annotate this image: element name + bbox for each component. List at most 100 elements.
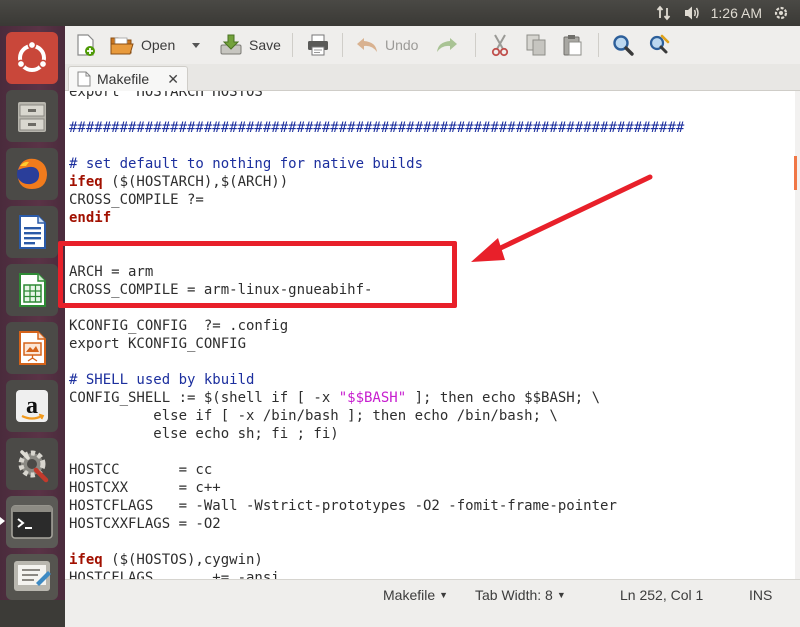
language-label: Makefile [383, 587, 436, 603]
keyword-token: endif [69, 210, 112, 226]
ubuntu-dash-icon[interactable] [6, 32, 58, 84]
keyword-token: ifeq [69, 552, 103, 568]
clock-label[interactable]: 1:26 AM [711, 4, 762, 22]
code-line[interactable]: HOSTCXXFLAGS = -O2 [69, 515, 221, 533]
undo-button[interactable]: Undo [355, 29, 418, 61]
code-line[interactable]: ifeq ($(HOSTOS),cygwin) [69, 551, 263, 569]
code-token: ($(HOSTARCH),$(ARCH)) [102, 174, 289, 190]
libreoffice-calc-icon[interactable] [6, 264, 58, 316]
libreoffice-impress-icon[interactable] [6, 322, 58, 374]
copy-pages-icon [526, 34, 546, 56]
code-line[interactable]: HOSTCFLAGS += -ansi [69, 569, 280, 579]
code-line[interactable]: export KCONFIG_CONFIG [69, 335, 246, 353]
printer-icon [308, 34, 328, 56]
code-token: HOSTCXXFLAGS = -O2 [69, 516, 221, 532]
save-download-icon [220, 34, 242, 55]
code-token: export HOSTARCH HOSTOS [69, 91, 263, 100]
code-line[interactable]: CROSS_COMPILE ?= [69, 191, 204, 209]
redo-arrow-icon [437, 38, 457, 52]
tab-width-label: Tab Width: 8 [475, 587, 553, 603]
tab-makefile[interactable]: Makefile ✕ [68, 66, 188, 91]
comment-token: ########################################… [69, 120, 685, 136]
libreoffice-writer-icon[interactable] [6, 206, 58, 258]
open-button[interactable]: Open [109, 29, 175, 61]
comment-token: # SHELL used by kbuild [69, 372, 255, 388]
terminal-running-indicator [0, 517, 5, 525]
new-document-icon [77, 34, 95, 56]
system-tray: 1:26 AM [655, 0, 790, 26]
terminal-icon[interactable] [6, 496, 58, 548]
network-transfer-icon[interactable] [655, 4, 673, 22]
code-line[interactable]: ########################################… [69, 119, 684, 137]
undo-label: Undo [385, 37, 419, 53]
dropdown-arrow-icon [192, 43, 200, 48]
files-cabinet-icon[interactable] [6, 90, 58, 142]
open-folder-icon [110, 37, 134, 55]
find-replace-button[interactable] [647, 29, 671, 61]
statusbar: Makefile ▼ Tab Width: 8 ▼ Ln 252, Col 1 … [65, 579, 800, 627]
code-line[interactable]: KCONFIG_CONFIG ?= .config [69, 317, 288, 335]
cut-button[interactable] [489, 29, 511, 61]
code-token: HOSTCC = cc [69, 462, 213, 478]
launcher: a [0, 26, 65, 600]
insert-mode[interactable]: INS [749, 587, 772, 603]
insert-mode-label: INS [749, 587, 773, 603]
dropdown-caret-icon: ▼ [439, 590, 449, 600]
find-button[interactable] [611, 29, 635, 61]
toolbar: Open Save Undo [65, 26, 800, 65]
document-icon [77, 71, 91, 87]
open-recent-dropdown[interactable] [191, 29, 201, 61]
top-panel: 1:26 AM [0, 0, 800, 26]
volume-icon[interactable] [683, 4, 701, 22]
text-editor-icon[interactable] [6, 554, 58, 600]
code-token: KCONFIG_CONFIG ?= .config [69, 318, 289, 334]
language-selector[interactable]: Makefile ▼ [383, 587, 448, 603]
tab-label: Makefile [97, 71, 150, 87]
tab-close-icon[interactable]: ✕ [167, 71, 179, 88]
print-button[interactable] [306, 29, 330, 61]
code-line[interactable]: HOSTCXX = c++ [69, 479, 221, 497]
code-line[interactable]: # set default to nothing for native buil… [69, 155, 423, 173]
code-token: export KCONFIG_CONFIG [69, 336, 247, 352]
code-line[interactable]: HOSTCFLAGS = -Wall -Wstrict-prototypes -… [69, 497, 617, 515]
code-line[interactable]: ifeq ($(HOSTARCH),$(ARCH)) [69, 173, 288, 191]
keyword-token: ifeq [69, 174, 103, 190]
code-token: HOSTCFLAGS = -Wall -Wstrict-prototypes -… [69, 498, 617, 514]
code-line[interactable]: else if [ -x /bin/bash ]; then echo /bin… [69, 407, 558, 425]
code-token: else if [ -x /bin/bash ]; then echo /bin… [69, 408, 558, 424]
code-line[interactable]: HOSTCC = cc [69, 461, 212, 479]
dropdown-caret-icon: ▼ [556, 590, 566, 600]
amazon-icon[interactable]: a [6, 380, 58, 432]
code-line[interactable]: else echo sh; fi ; fi) [69, 425, 338, 443]
new-document-button[interactable] [75, 29, 97, 61]
code-token: ]; then echo $$BASH; \ [406, 390, 601, 406]
code-token: HOSTCFLAGS += -ansi [69, 570, 280, 579]
toolbar-separator [598, 33, 599, 57]
scrollbar-thumb[interactable] [794, 156, 797, 190]
code-line[interactable]: CONFIG_SHELL := $(shell if [ -x "$$BASH"… [69, 389, 600, 407]
find-replace-icon [649, 34, 670, 54]
code-line[interactable]: endif [69, 209, 111, 227]
toolbar-separator [475, 33, 476, 57]
undo-arrow-icon [357, 38, 377, 52]
highlight-box [58, 241, 457, 308]
firefox-icon[interactable] [6, 148, 58, 200]
cursor-position-label: Ln 252, Col 1 [620, 587, 704, 603]
code-token: ($(HOSTOS),cygwin) [102, 552, 263, 568]
save-button[interactable]: Save [219, 29, 281, 61]
tab-width-selector[interactable]: Tab Width: 8 ▼ [475, 587, 566, 603]
power-gear-icon[interactable] [772, 4, 790, 22]
code-editor[interactable]: export HOSTARCH HOSTOS ##################… [65, 91, 795, 579]
code-line[interactable]: # SHELL used by kbuild [69, 371, 254, 389]
redo-button[interactable] [435, 29, 459, 61]
code-line[interactable]: export HOSTARCH HOSTOS [69, 91, 263, 101]
clipboard-icon [563, 35, 582, 56]
cursor-position: Ln 252, Col 1 [620, 587, 703, 603]
copy-button[interactable] [525, 29, 547, 61]
code-token: HOSTCXX = c++ [69, 480, 221, 496]
paste-button[interactable] [561, 29, 583, 61]
svg-text:a: a [26, 393, 38, 419]
system-settings-icon[interactable] [6, 438, 58, 490]
scissors-icon [491, 34, 509, 57]
string-token: "$$BASH" [338, 390, 407, 406]
